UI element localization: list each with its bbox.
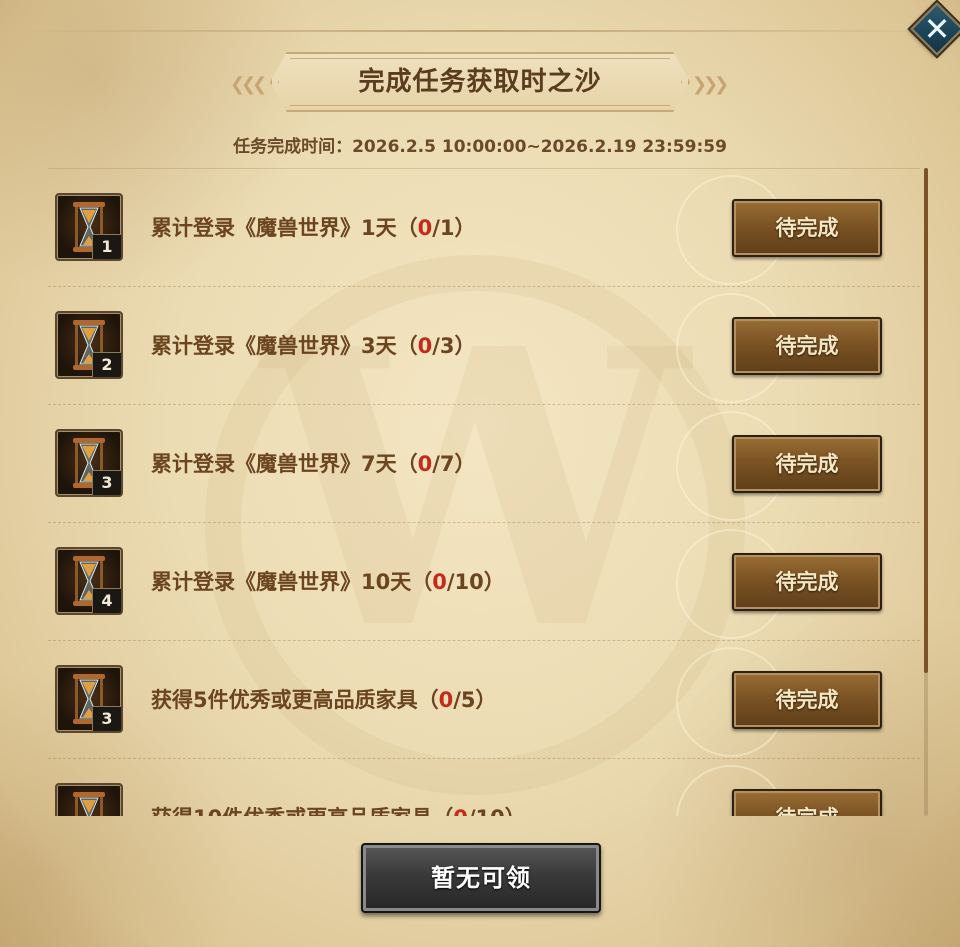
hourglass-icon: 2 xyxy=(55,311,123,379)
task-description: 累计登录《魔兽世界》7天（0/7） xyxy=(151,405,476,523)
task-row: 3 获得5件优秀或更高品质家具（0/5） 待完成 xyxy=(48,640,920,758)
title-arrow-left-icon: ❮❮❮ xyxy=(230,74,267,95)
scrollbar[interactable] xyxy=(924,168,928,816)
close-icon: ✕ xyxy=(923,10,951,48)
top-frame-line xyxy=(12,30,948,32)
task-progress-current: 0 xyxy=(417,452,433,476)
task-progress-current: 0 xyxy=(438,688,454,712)
claim-all-button[interactable]: 暂无可领 xyxy=(361,843,601,913)
task-description: 累计登录《魔兽世界》1天（0/1） xyxy=(151,169,476,287)
task-label: 累计登录《魔兽世界》10天（ xyxy=(151,570,433,594)
task-badge: 2 xyxy=(92,352,121,377)
task-progress-total: /1） xyxy=(432,216,476,240)
task-progress-current: 0 xyxy=(453,806,468,816)
task-description: 累计登录《魔兽世界》3天（0/3） xyxy=(151,287,476,405)
task-badge: 4 xyxy=(92,588,121,613)
task-badge: 1 xyxy=(92,234,121,259)
task-progress-current: 0 xyxy=(417,216,433,240)
task-description: 获得5件优秀或更高品质家具（0/5） xyxy=(151,641,497,759)
task-row: 2 累计登录《魔兽世界》3天（0/3） 待完成 xyxy=(48,286,920,404)
task-description: 获得10件优秀或更高品质家具（0/10） xyxy=(151,759,526,816)
task-status-button[interactable]: 待完成 xyxy=(732,317,882,375)
hourglass-icon xyxy=(55,783,123,816)
hourglass-icon: 3 xyxy=(55,665,123,733)
task-progress-total: /7） xyxy=(432,452,476,476)
task-status-button[interactable]: 待完成 xyxy=(732,553,882,611)
task-status-button[interactable]: 待完成 xyxy=(732,199,882,257)
close-button[interactable]: ✕ xyxy=(910,2,960,56)
task-row: 4 累计登录《魔兽世界》10天（0/10） 待完成 xyxy=(48,522,920,640)
task-row: 获得10件优秀或更高品质家具（0/10） 待完成 xyxy=(48,758,920,816)
event-period: 任务完成时间：2026.2.5 10:00:00~2026.2.19 23:59… xyxy=(233,137,727,157)
title-arrow-right-icon: ❯❯❯ xyxy=(692,74,729,95)
task-progress-current: 0 xyxy=(432,570,447,594)
task-status-button[interactable]: 待完成 xyxy=(732,789,882,816)
task-progress-total: /5） xyxy=(453,688,497,712)
task-list[interactable]: 1 累计登录《魔兽世界》1天（0/1） 待完成 2 累计登录《魔兽世界》3天（0… xyxy=(48,168,920,816)
task-progress-total: /10） xyxy=(468,806,526,816)
task-label: 获得10件优秀或更高品质家具（ xyxy=(151,806,453,816)
hourglass-icon: 4 xyxy=(55,547,123,615)
title-banner: ❮❮❮ 完成任务获取时之沙 ❯❯❯ xyxy=(230,52,730,114)
task-badge: 3 xyxy=(92,470,121,495)
task-label: 获得5件优秀或更高品质家具（ xyxy=(151,688,439,712)
task-row: 1 累计登录《魔兽世界》1天（0/1） 待完成 xyxy=(48,168,920,286)
scrollbar-thumb[interactable] xyxy=(924,168,928,673)
task-progress-total: /10） xyxy=(446,570,505,594)
task-description: 累计登录《魔兽世界》10天（0/10） xyxy=(151,523,505,641)
page-title: 完成任务获取时之沙 xyxy=(358,67,602,97)
task-progress-current: 0 xyxy=(417,334,433,358)
task-panel: W ❮❮❮ 完成任务获取时之沙 ❯❯❯ 任务完成时间：2026.2.5 10:0… xyxy=(0,0,960,947)
task-label: 累计登录《魔兽世界》3天（ xyxy=(151,334,418,358)
task-status-button[interactable]: 待完成 xyxy=(732,671,882,729)
task-status-button[interactable]: 待完成 xyxy=(732,435,882,493)
task-badge: 3 xyxy=(92,706,121,731)
task-progress-total: /3） xyxy=(432,334,476,358)
task-label: 累计登录《魔兽世界》7天（ xyxy=(151,452,418,476)
hourglass-icon: 1 xyxy=(55,193,123,261)
hourglass-icon: 3 xyxy=(55,429,123,497)
task-label: 累计登录《魔兽世界》1天（ xyxy=(151,216,418,240)
task-row: 3 累计登录《魔兽世界》7天（0/7） 待完成 xyxy=(48,404,920,522)
